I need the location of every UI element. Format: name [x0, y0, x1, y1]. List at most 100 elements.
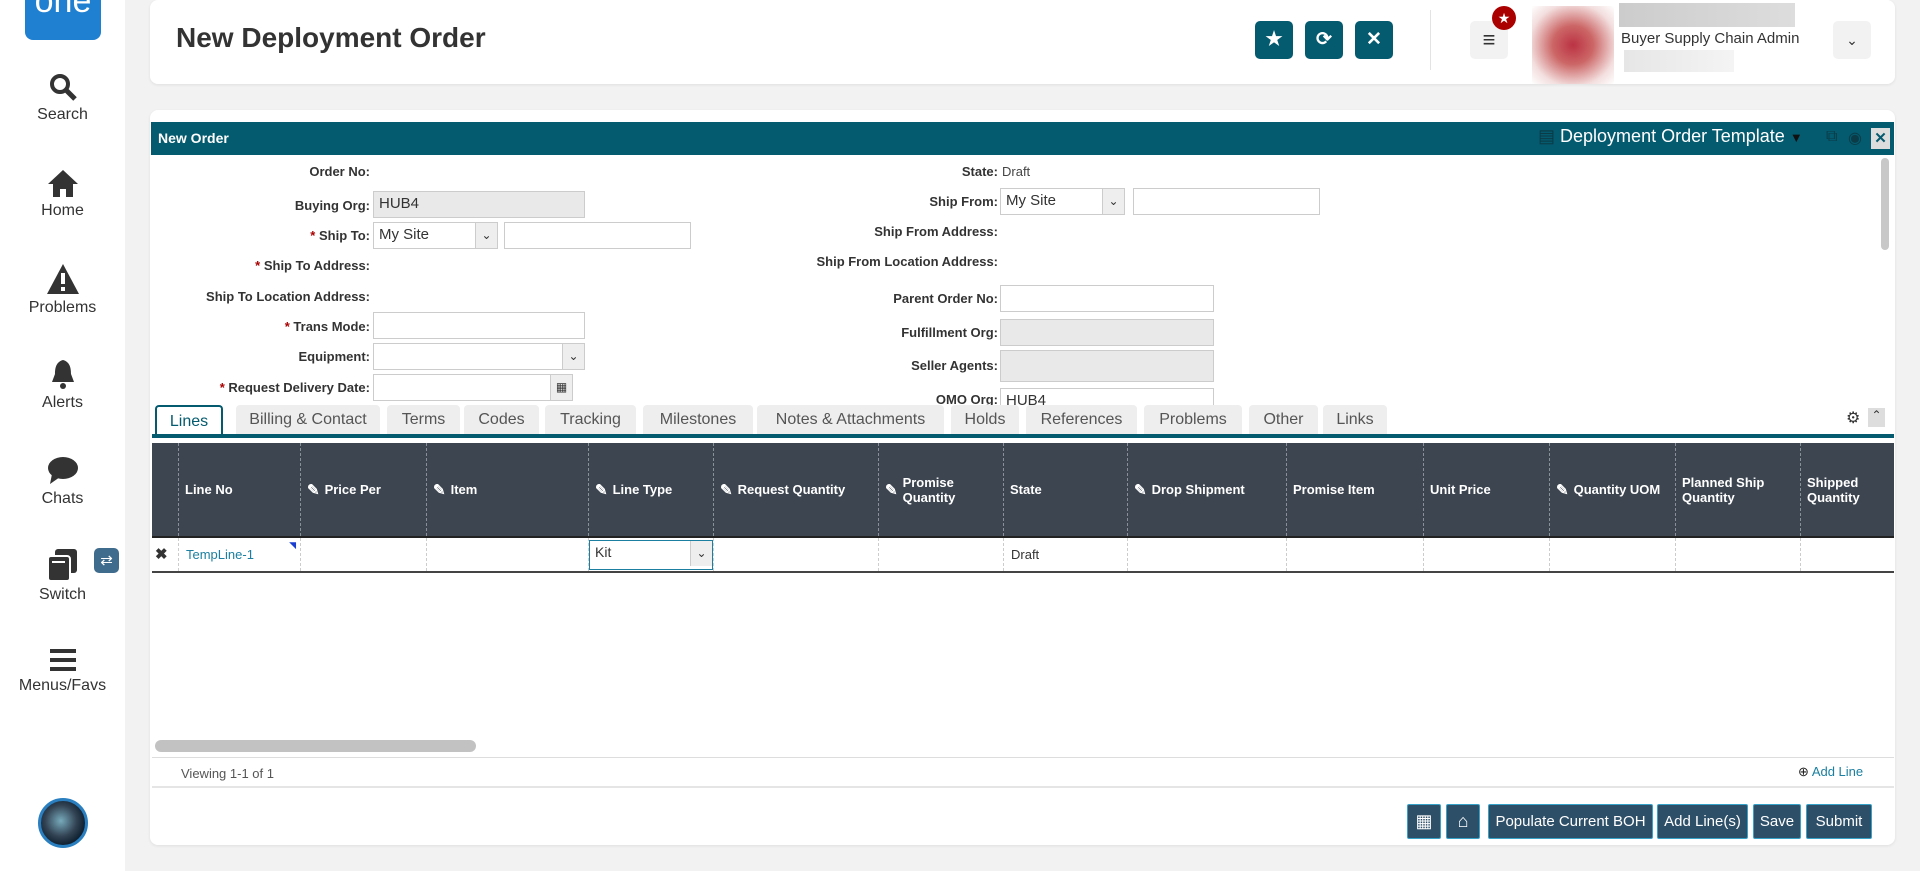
switch-arrows-icon[interactable]: ⇄	[94, 548, 119, 573]
populate-boh-button[interactable]: Populate Current BOH	[1488, 804, 1653, 839]
column-header-item[interactable]: ✎ Item	[426, 443, 588, 536]
ship-to-select[interactable]: My Site ⌄	[373, 222, 498, 249]
request-delivery-date-input[interactable]: ▦	[373, 374, 573, 401]
eye-icon[interactable]: ◉	[1848, 128, 1862, 148]
drop-shipment-cell[interactable]	[1127, 538, 1286, 571]
add-line-label: Add Line	[1811, 764, 1864, 779]
column-header-line-no[interactable]: Line No	[178, 443, 300, 536]
tab-lines[interactable]: Lines	[155, 405, 223, 435]
favorites-badge-icon[interactable]: ★	[1492, 6, 1516, 30]
sidebar-item-chats[interactable]: Chats	[0, 456, 125, 508]
divider	[152, 757, 1894, 758]
edit-icon: ✎	[720, 481, 733, 499]
warehouse-icon: ⌂	[1457, 811, 1469, 831]
sidebar-item-home[interactable]: Home	[0, 168, 125, 220]
column-header-planned-ship-quantity[interactable]: Planned Ship Quantity	[1675, 443, 1800, 536]
chat-icon	[47, 457, 78, 484]
column-header-promise-item[interactable]: Promise Item	[1286, 443, 1423, 536]
chevron-down-icon: ⌄	[475, 223, 497, 248]
tab-billing-contact[interactable]: Billing & Contact	[236, 405, 380, 435]
ship-from-site-input[interactable]	[1133, 188, 1320, 215]
close-button[interactable]: ✕	[1355, 21, 1393, 59]
panel-close-button[interactable]: ✕	[1871, 128, 1890, 149]
app-logo[interactable]: one	[25, 0, 101, 40]
line-no-cell[interactable]: TempLine-1 ◥	[178, 538, 300, 571]
plus-circle-icon: ⊕	[1798, 764, 1809, 779]
hierarchy-icon[interactable]: ⧉	[1826, 128, 1837, 146]
price-per-cell[interactable]	[300, 538, 426, 571]
warehouse-button[interactable]: ⌂	[1446, 804, 1480, 839]
quantity-uom-cell[interactable]	[1549, 538, 1675, 571]
column-header-price-per[interactable]: ✎ Price Per	[300, 443, 426, 536]
search-icon	[49, 74, 77, 101]
promise-item-cell	[1286, 538, 1423, 571]
fulfillment-org-label: Fulfillment Org:	[901, 325, 998, 340]
divider	[1430, 10, 1431, 70]
bell-icon	[51, 360, 74, 389]
column-header-request-quantity[interactable]: ✎ Request Quantity	[713, 443, 878, 536]
document-icon: ▤	[1538, 126, 1556, 146]
equipment-select[interactable]: ⌄	[373, 343, 585, 370]
omo-org-row: OMO Org: HUB4	[700, 388, 1220, 405]
tab-references[interactable]: References	[1026, 405, 1137, 435]
sidebar-item-menus[interactable]: Menus/Favs	[0, 647, 125, 695]
column-label: Drop Shipment	[1151, 482, 1245, 497]
user-menu-dropdown[interactable]: ⌄	[1833, 21, 1871, 59]
trans-mode-input[interactable]	[373, 312, 585, 339]
column-label: Line Type	[612, 482, 673, 497]
column-header-quantity-uom[interactable]: ✎ Quantity UOM	[1549, 443, 1675, 536]
user-avatar[interactable]	[1532, 6, 1614, 84]
delete-row-icon[interactable]: ✖	[155, 545, 168, 563]
tab-codes[interactable]: Codes	[464, 405, 539, 435]
line-type-select[interactable]: Kit ⌄	[589, 539, 713, 570]
column-header-state[interactable]: State	[1003, 443, 1127, 536]
sidebar-item-problems[interactable]: Problems	[0, 263, 125, 317]
add-lines-button[interactable]: Add Line(s)	[1657, 804, 1748, 839]
calendar-icon[interactable]: ▦	[550, 375, 572, 400]
save-button[interactable]: Save	[1753, 804, 1801, 839]
template-label: Deployment Order Template	[1560, 126, 1785, 146]
column-header-promise-quantity[interactable]: ✎ Promise Quantity	[878, 443, 1003, 536]
column-header-shipped-quantity[interactable]: Shipped Quantity	[1800, 443, 1894, 536]
ship-from-select[interactable]: My Site ⌄	[1000, 188, 1125, 215]
refresh-button[interactable]: ⟳	[1305, 21, 1343, 59]
sidebar-item-alerts[interactable]: Alerts	[0, 358, 125, 412]
add-line-link[interactable]: ⊕ Add Line	[1798, 764, 1863, 780]
tab-problems[interactable]: Problems	[1144, 405, 1242, 435]
promise-quantity-cell[interactable]	[878, 538, 1003, 571]
parent-order-no-input[interactable]	[1000, 285, 1214, 312]
column-header-drop-shipment[interactable]: ✎ Drop Shipment	[1127, 443, 1286, 536]
form-scrollbar[interactable]	[1881, 158, 1889, 250]
omo-org-input[interactable]: HUB4	[1000, 388, 1214, 405]
tab-milestones[interactable]: Milestones	[643, 405, 753, 435]
horizontal-scrollbar[interactable]	[155, 740, 476, 752]
submit-button[interactable]: Submit	[1806, 804, 1872, 839]
edit-icon: ✎	[1556, 481, 1569, 499]
edit-icon: ✎	[307, 481, 320, 499]
ship-to-site-input[interactable]	[504, 222, 691, 249]
sidebar-label: Menus/Favs	[18, 677, 107, 694]
template-selector[interactable]: ▤ Deployment Order Template ▼	[1538, 126, 1803, 147]
assistant-avatar-icon[interactable]	[38, 798, 88, 848]
favorite-button[interactable]: ★	[1255, 21, 1293, 59]
tab-links[interactable]: Links	[1323, 405, 1387, 435]
column-header-line-type[interactable]: ✎ Line Type	[588, 443, 713, 536]
tab-notes-attachments[interactable]: Notes & Attachments	[757, 405, 944, 435]
column-label: State	[1010, 482, 1042, 497]
tab-holds[interactable]: Holds	[951, 405, 1019, 435]
line-no-link[interactable]: TempLine-1	[186, 547, 254, 562]
column-header-unit-price[interactable]: Unit Price	[1423, 443, 1549, 536]
trans-mode-label: * Trans Mode:	[284, 319, 370, 334]
calculator-button[interactable]: ▦	[1407, 804, 1441, 839]
tab-other[interactable]: Other	[1249, 405, 1318, 435]
item-cell[interactable]	[426, 538, 588, 571]
line-type-cell[interactable]: Kit ⌄	[588, 538, 713, 571]
collapse-icon[interactable]: ⌃	[1868, 408, 1885, 427]
tab-terms[interactable]: Terms	[387, 405, 460, 435]
grid-settings-icon[interactable]: ⚙	[1846, 408, 1860, 428]
home-icon	[47, 170, 78, 197]
state-cell: Draft	[1003, 538, 1127, 571]
tab-tracking[interactable]: Tracking	[545, 405, 636, 435]
sidebar-item-search[interactable]: Search	[0, 72, 125, 124]
request-quantity-cell[interactable]	[713, 538, 878, 571]
